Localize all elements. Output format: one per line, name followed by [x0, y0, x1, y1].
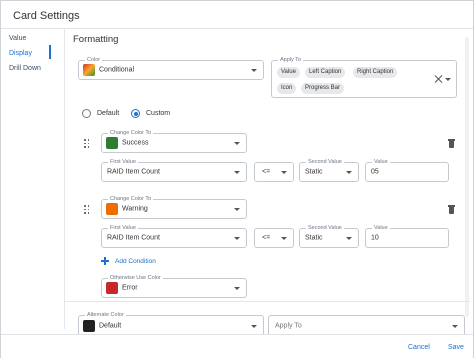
chip-right-caption[interactable]: Right Caption [353, 67, 398, 78]
value-text: 10 [371, 234, 379, 242]
save-button[interactable]: Save [448, 344, 464, 351]
radio-custom[interactable] [131, 109, 140, 118]
chevron-down-icon[interactable] [234, 287, 240, 290]
apply-to-select[interactable]: Apply To Value Left Caption Right Captio… [271, 56, 457, 98]
second-value: Static [305, 168, 323, 176]
change-color-select[interactable]: Change Color To Warning [101, 195, 247, 219]
color-value: Conditional [99, 66, 135, 74]
value-text: 05 [371, 168, 379, 176]
chip-left-caption[interactable]: Left Caption [305, 67, 346, 78]
scrollbar[interactable] [465, 37, 469, 317]
chip-progress-bar[interactable]: Progress Bar [301, 83, 345, 94]
second-value-label: Second Value [306, 158, 344, 166]
drag-handle-icon[interactable] [84, 139, 90, 148]
change-color-value: Success [122, 139, 149, 147]
chevron-down-icon[interactable] [452, 324, 458, 328]
color-swatch [106, 203, 118, 215]
value-label: Value [372, 224, 390, 232]
section-heading: Formatting [73, 34, 119, 45]
radio-default[interactable] [82, 109, 91, 118]
first-value: RAID Item Count [107, 234, 160, 242]
second-value: Static [305, 234, 323, 242]
otherwise-color-select[interactable]: Otherwise Use Color Error [101, 274, 247, 298]
color-swatch [106, 137, 118, 149]
chevron-down-icon[interactable] [234, 237, 240, 240]
radio-custom-label: Custom [146, 110, 171, 117]
sidebar-item-display[interactable]: Display [9, 50, 32, 57]
conditional-swatch [83, 64, 95, 76]
apply-to-label: Apply To [278, 56, 303, 64]
operator-select[interactable]: <= [254, 228, 294, 248]
card-settings-window: Card Settings Value Display Drill Down F… [0, 0, 474, 358]
otherwise-label: Otherwise Use Color [108, 274, 163, 282]
chevron-down-icon[interactable] [234, 208, 240, 211]
alternate-color-label: Alternate Color [85, 311, 126, 319]
value-input[interactable]: Value 05 [365, 158, 449, 182]
second-value-select[interactable]: Second Value Static [299, 224, 359, 248]
alternate-color-select[interactable]: Alternate Color Default [78, 311, 264, 335]
alternate-apply-to-placeholder: Apply To [275, 322, 302, 329]
trash-icon[interactable] [448, 205, 455, 214]
chevron-down-icon[interactable] [234, 171, 240, 174]
second-value-select[interactable]: Second Value Static [299, 158, 359, 182]
value-input[interactable]: Value 10 [365, 224, 449, 248]
chevron-down-icon[interactable] [346, 237, 352, 240]
chevron-down-icon[interactable] [281, 237, 287, 240]
second-value-label: Second Value [306, 224, 344, 232]
change-color-label: Change Color To [108, 129, 154, 137]
sidebar-item-value[interactable]: Value [9, 35, 26, 42]
chevron-down-icon[interactable] [445, 78, 451, 81]
first-value-label: First Value [108, 224, 138, 232]
radio-default-label: Default [97, 110, 120, 117]
drag-handle-icon[interactable] [84, 205, 90, 214]
otherwise-value: Error [122, 284, 138, 292]
plus-icon[interactable] [101, 257, 109, 265]
chip-value[interactable]: Value [277, 67, 300, 78]
trash-icon[interactable] [448, 139, 455, 148]
chip-icon[interactable]: Icon [277, 83, 297, 94]
operator-value: <= [262, 234, 271, 242]
chevron-down-icon[interactable] [234, 142, 240, 145]
alternate-color-value: Default [99, 322, 122, 329]
title-bar: Card Settings [1, 1, 473, 29]
cancel-button[interactable]: Cancel [408, 344, 430, 351]
sidebar-item-drill-down[interactable]: Drill Down [9, 65, 41, 72]
chevron-down-icon[interactable] [251, 69, 257, 72]
window-title: Card Settings [13, 10, 80, 22]
active-indicator [49, 45, 51, 59]
first-value-select[interactable]: First Value RAID Item Count [101, 158, 247, 182]
color-label: Color [85, 56, 103, 64]
change-color-select[interactable]: Change Color To Success [101, 129, 247, 153]
value-label: Value [372, 158, 390, 166]
add-condition-button[interactable]: Add Condition [115, 258, 156, 265]
alternate-apply-to-select[interactable]: Apply To [268, 315, 465, 335]
operator-value: <= [262, 168, 271, 176]
operator-select[interactable]: <= [254, 162, 294, 182]
change-color-value: Warning [122, 205, 148, 213]
color-select[interactable]: Color Conditional [78, 56, 264, 80]
sidebar: Value Display Drill Down [1, 29, 61, 329]
chevron-down-icon[interactable] [281, 171, 287, 174]
footer: Cancel Save [1, 334, 473, 358]
close-icon[interactable] [435, 75, 443, 83]
first-value: RAID Item Count [107, 168, 160, 176]
first-value-select[interactable]: First Value RAID Item Count [101, 224, 247, 248]
color-swatch [83, 319, 95, 332]
change-color-label: Change Color To [108, 195, 154, 203]
first-value-label: First Value [108, 158, 138, 166]
color-swatch [106, 282, 118, 294]
chevron-down-icon[interactable] [346, 171, 352, 174]
chevron-down-icon[interactable] [251, 324, 257, 328]
divider [64, 301, 470, 302]
